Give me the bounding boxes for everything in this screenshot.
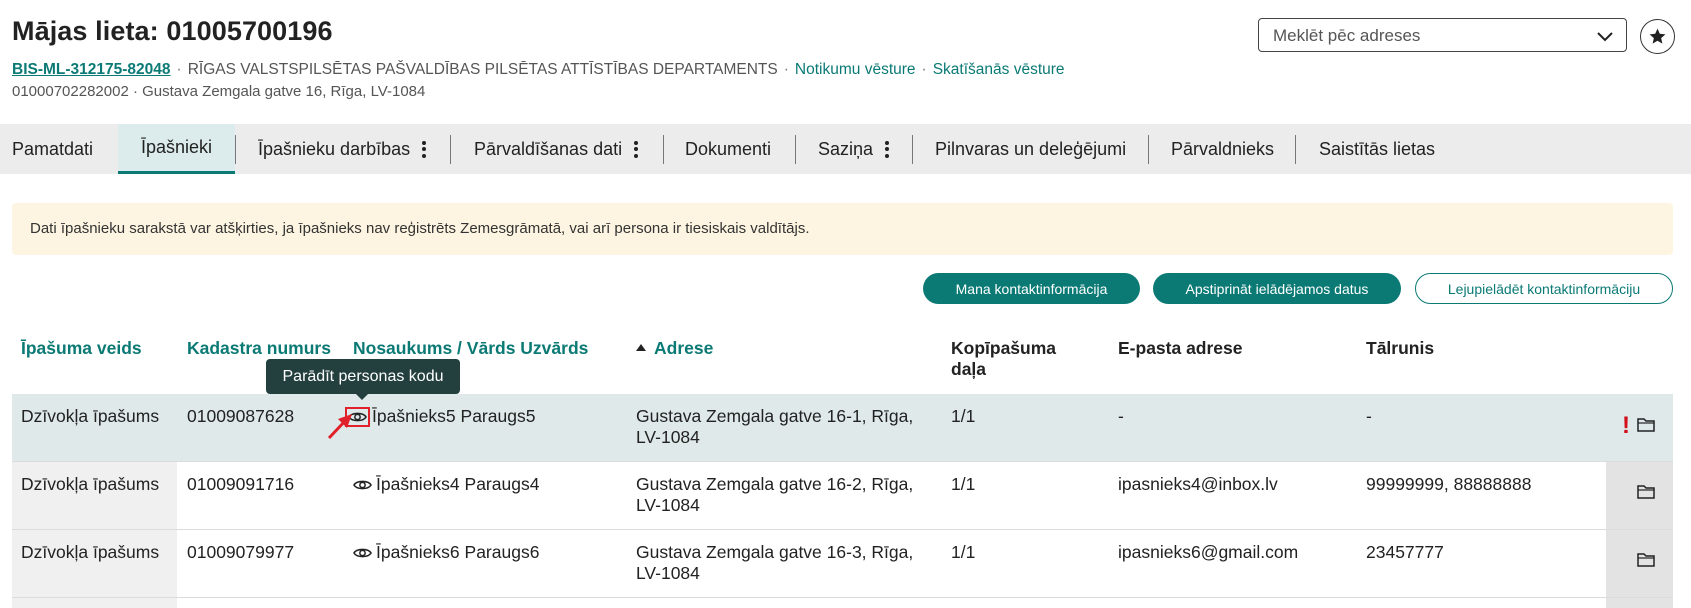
table-row: Dzīvokļa īpašums 01009079977 Īpašnieks6 …	[12, 530, 1673, 598]
cell-address: Gustava Zemgala gatve 16-3, Rīga, LV-108…	[636, 542, 914, 583]
cell-cadastre: 01009079977	[187, 542, 295, 562]
cell-name: Īpašnieks6 Paraugs6	[353, 542, 539, 563]
cell-type: Dzīvokļa īpašums	[21, 406, 160, 426]
folder-icon[interactable]	[1637, 417, 1655, 432]
annotation-arrow-icon	[327, 414, 352, 440]
department-name: RĪGAS VALSTSPILSĒTAS PAŠVALDĪBAS PILSĒTA…	[187, 61, 778, 78]
search-placeholder: Meklēt pēc adreses	[1273, 26, 1421, 45]
folder-icon[interactable]	[1637, 484, 1655, 499]
sort-asc-icon	[636, 344, 646, 351]
cell-cadastre: 01009087628	[187, 406, 295, 426]
kebab-menu-icon[interactable]	[422, 140, 427, 158]
event-history-link[interactable]: Notikumu vēsture	[795, 61, 916, 78]
star-icon	[1649, 28, 1666, 44]
tab-dokumenti[interactable]: Dokumenti	[685, 124, 771, 174]
warning-indicator: !	[1622, 412, 1630, 439]
cell-phone: 23457777	[1366, 542, 1444, 562]
tab-pamatdati[interactable]: Pamatdati	[12, 124, 93, 174]
cell-type: Dzīvokļa īpašums	[21, 542, 160, 562]
cell-name: Īpašnieks4 Paraugs4	[353, 474, 539, 495]
tab-sazina[interactable]: Saziņa	[818, 124, 890, 174]
info-banner: Dati īpašnieku sarakstā var atšķirties, …	[12, 203, 1673, 255]
cell-share: 1/1	[951, 406, 976, 426]
col-header-name[interactable]: Nosaukums / Vārds Uzvārds	[353, 338, 588, 359]
col-header-type[interactable]: Īpašuma veids	[21, 338, 142, 359]
chevron-down-icon	[1597, 32, 1613, 42]
cadastre-address: 01000702282002 · Gustava Zemgala gatve 1…	[12, 83, 426, 100]
table-row: Dzīvokļa īpašums 01009087628 Īpašnieks5 …	[12, 394, 1673, 462]
tab-parvaldisanas-dati[interactable]: Pārvaldīšanas dati	[474, 124, 639, 174]
tab-ipasnieki[interactable]: Īpašnieki	[118, 124, 235, 174]
cell-address: Gustava Zemgala gatve 16-1, Rīga, LV-108…	[636, 406, 914, 447]
case-meta: BIS-ML-312175-82048 · RĪGAS VALSTSPILSĒTAS…	[12, 61, 1065, 78]
col-header-phone: Tālrunis	[1366, 338, 1435, 358]
cell-phone: -	[1366, 406, 1372, 426]
cell-phone: 99999999, 88888888	[1366, 474, 1532, 494]
cell-name: Īpašnieks5 Paraugs5	[345, 406, 535, 427]
tab-pilnvaras[interactable]: Pilnvaras un deleģējumi	[935, 124, 1126, 174]
cell-email: ipasnieks6@gmail.com	[1118, 542, 1299, 562]
my-contact-button[interactable]: Mana kontaktinformācija	[923, 273, 1140, 304]
eye-icon[interactable]	[353, 478, 372, 492]
page-title: Mājas lieta: 01005700196	[12, 16, 333, 46]
col-header-address[interactable]: Adrese	[636, 338, 713, 359]
col-header-share: Kopīpašuma daļa	[951, 338, 1057, 379]
kebab-menu-icon[interactable]	[634, 140, 639, 158]
tab-parvaldnieks[interactable]: Pārvaldnieks	[1171, 124, 1274, 174]
tooltip: Parādīt personas kodu	[266, 359, 460, 400]
kebab-menu-icon[interactable]	[885, 140, 890, 158]
cell-address: Gustava Zemgala gatve 16-2, Rīga, LV-108…	[636, 474, 914, 515]
col-header-cadastre[interactable]: Kadastra numurs	[187, 338, 331, 359]
favorite-button[interactable]	[1640, 19, 1675, 54]
confirm-import-button[interactable]: Apstiprināt ielādējamos datus	[1153, 273, 1401, 304]
address-search-select[interactable]: Meklēt pēc adreses	[1258, 18, 1627, 52]
cell-type: Dzīvokļa īpašums	[21, 474, 160, 494]
cell-email: ipasnieks4@inbox.lv	[1118, 474, 1278, 494]
tab-bar: Pamatdati Īpašnieki Īpašnieku darbības P…	[0, 124, 1691, 174]
cell-cadastre: 01009091716	[187, 474, 295, 494]
folder-icon[interactable]	[1637, 552, 1655, 567]
cell-share: 1/1	[951, 542, 976, 562]
download-contact-button[interactable]: Lejupielādēt kontaktinformāciju	[1415, 273, 1673, 304]
tab-saistitas-lietas[interactable]: Saistītās lietas	[1319, 124, 1435, 174]
cell-share: 1/1	[951, 474, 976, 494]
table-row: Dzīvokļa īpašums 01009091716 Īpašnieks4 …	[12, 462, 1673, 530]
tab-ipasnieku-darbibas[interactable]: Īpašnieku darbības	[258, 124, 427, 174]
case-id-link[interactable]: BIS-ML-312175-82048	[12, 61, 171, 78]
col-header-email: E-pasta adrese	[1118, 338, 1243, 358]
cell-email: -	[1118, 406, 1124, 426]
view-history-link[interactable]: Skatīšanās vēsture	[933, 61, 1065, 78]
eye-icon[interactable]	[353, 546, 372, 560]
